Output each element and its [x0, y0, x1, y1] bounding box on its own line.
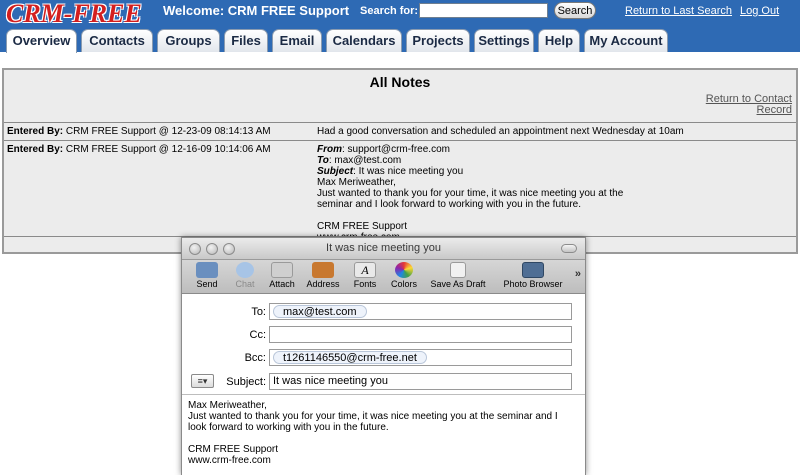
note-entered-by: Entered By: CRM FREE Support @ 12-23-09 …: [7, 126, 271, 137]
note-entered-by: Entered By: CRM FREE Support @ 12-16-09 …: [7, 144, 271, 155]
note-body: Max Meriweather, Just wanted to thank yo…: [317, 177, 624, 243]
bcc-field[interactable]: t1261146550@crm-free.net: [269, 349, 572, 366]
tab-groups[interactable]: Groups: [157, 29, 220, 52]
cc-field[interactable]: [269, 326, 572, 343]
note-row: Entered By: CRM FREE Support @ 12-23-09 …: [4, 122, 796, 140]
chat-label: Chat: [235, 279, 255, 289]
save-as-draft-button[interactable]: Save As Draft: [426, 262, 490, 292]
return-to-contact-record-link[interactable]: Return to Contact Record: [702, 94, 792, 116]
welcome-text: Welcome: CRM FREE Support: [163, 3, 350, 18]
chat-button[interactable]: Chat: [230, 262, 260, 292]
tab-contacts[interactable]: Contacts: [81, 29, 153, 52]
mail-window-title: It was nice meeting you: [326, 242, 441, 254]
message-body[interactable]: Max Meriweather, Just wanted to thank yo…: [188, 400, 578, 466]
color-wheel-icon: [395, 262, 413, 278]
subject-value: : It was nice meeting you: [353, 166, 464, 177]
tab-projects[interactable]: Projects: [406, 29, 470, 52]
note-row: Entered By: CRM FREE Support @ 12-16-09 …: [4, 140, 796, 243]
page: CRM-FREE Welcome: CRM FREE Support Searc…: [0, 0, 800, 475]
from-value: : support@crm-free.com: [342, 144, 450, 155]
tab-files[interactable]: Files: [224, 29, 268, 52]
subject-label: Subject:: [226, 376, 266, 388]
colors-label: Colors: [390, 279, 417, 289]
return-to-last-search-link[interactable]: Return to Last Search: [625, 5, 732, 17]
photo-browser-button[interactable]: Photo Browser: [500, 262, 566, 292]
tab-email[interactable]: Email: [272, 29, 322, 52]
from-label: From: [317, 144, 342, 155]
recipient-token[interactable]: t1261146550@crm-free.net: [273, 351, 427, 364]
search-button[interactable]: Search: [554, 2, 596, 19]
to-label: To:: [251, 306, 266, 318]
colors-button[interactable]: Colors: [388, 262, 420, 292]
to-label: To: [317, 155, 329, 166]
notes-title: All Notes: [369, 74, 431, 90]
photo-browser-icon: [522, 262, 544, 278]
mail-toolbar: Send Chat Attach Address A Fonts Colors: [182, 260, 585, 294]
subject-label: Subject: [317, 166, 354, 177]
draft-icon: [450, 262, 466, 278]
address-button[interactable]: Address: [304, 262, 342, 292]
attach-button[interactable]: Attach: [266, 262, 298, 292]
entered-by-label: Entered By:: [7, 144, 64, 155]
toolbar-toggle-button[interactable]: [561, 244, 577, 253]
fonts-button[interactable]: A Fonts: [350, 262, 380, 292]
cc-label: Cc:: [249, 329, 267, 341]
to-field[interactable]: max@test.com: [269, 303, 572, 320]
fonts-icon: A: [354, 262, 376, 278]
paperclip-icon: [271, 262, 293, 278]
photo-browser-label: Photo Browser: [503, 279, 563, 289]
attach-label: Attach: [269, 279, 295, 289]
search-input[interactable]: [419, 3, 548, 18]
crm-free-logo[interactable]: CRM-FREE: [6, 1, 142, 27]
entered-by-label: Entered By:: [7, 126, 64, 137]
tab-settings[interactable]: Settings: [474, 29, 534, 52]
send-icon: [196, 262, 218, 278]
fonts-label: Fonts: [353, 279, 377, 289]
note-text: Had a good conversation and scheduled an…: [317, 126, 684, 137]
to-value: : max@test.com: [328, 155, 402, 166]
chat-icon: [236, 262, 254, 278]
header-bar: CRM-FREE Welcome: CRM FREE Support Searc…: [0, 0, 800, 53]
note-email-text: From: support@crm-free.com To: max@test.…: [317, 144, 623, 243]
toolbar-overflow-icon[interactable]: »: [575, 268, 581, 280]
tab-calendars[interactable]: Calendars: [326, 29, 402, 52]
search-label: Search for:: [360, 5, 419, 17]
send-button[interactable]: Send: [192, 262, 222, 292]
note-author-date: CRM FREE Support @ 12-23-09 08:14:13 AM: [65, 126, 271, 137]
tab-help[interactable]: Help: [538, 29, 580, 52]
tab-overview[interactable]: Overview: [6, 29, 77, 53]
mail-titlebar[interactable]: It was nice meeting you: [182, 238, 585, 260]
header-body-divider: [182, 394, 585, 395]
note-author-date: CRM FREE Support @ 12-16-09 10:14:06 AM: [65, 144, 271, 155]
all-notes-panel: All Notes Return to Contact Record Enter…: [2, 68, 798, 254]
tab-my-account[interactable]: My Account: [584, 29, 668, 52]
compose-mail-window: It was nice meeting you Send Chat Attach…: [181, 237, 586, 475]
save-as-draft-label: Save As Draft: [430, 279, 486, 289]
address-label: Address: [306, 279, 340, 289]
logout-link[interactable]: Log Out: [740, 5, 779, 17]
address-book-icon: [312, 262, 334, 278]
send-label: Send: [196, 279, 218, 289]
bcc-label: Bcc:: [244, 352, 266, 364]
recipient-token[interactable]: max@test.com: [273, 305, 367, 318]
subject-field[interactable]: It was nice meeting you: [269, 373, 572, 390]
